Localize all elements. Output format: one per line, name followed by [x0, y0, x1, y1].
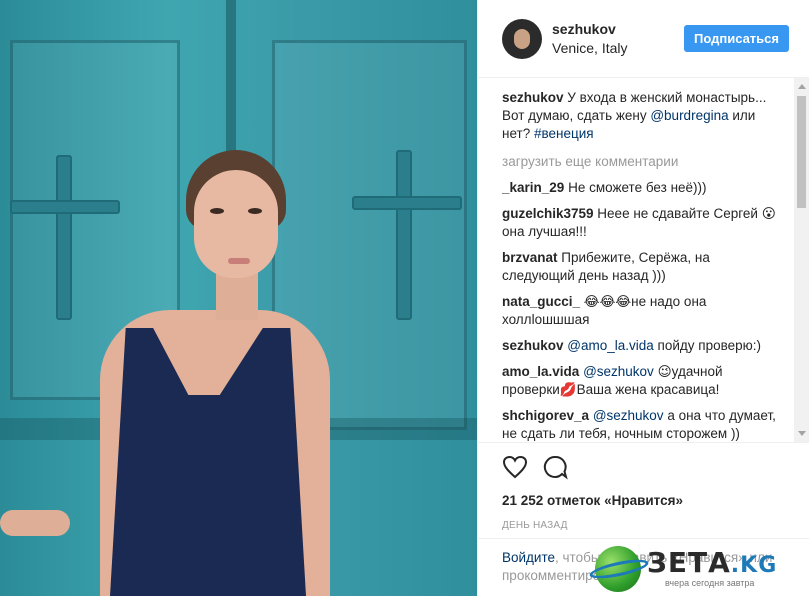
likes-count[interactable]: 21 252 отметок «Нравится»	[502, 493, 785, 508]
follow-button[interactable]: Подписаться	[683, 25, 789, 52]
scroll-down-arrow-icon[interactable]	[798, 431, 806, 436]
comment-item: sezhukov @amo_la.vida пойду проверю:)	[502, 337, 778, 355]
person-eye-left	[210, 208, 224, 214]
comment-text: Не сможете без неё)))	[564, 180, 707, 195]
login-link[interactable]: Войдите	[502, 550, 555, 565]
comment-username[interactable]: _karin_29	[502, 180, 564, 195]
comment-item: brzvanat Прибежите, Серёжа, на следующий…	[502, 249, 778, 285]
person	[80, 150, 340, 596]
comments-scrollbar[interactable]	[794, 78, 809, 442]
comment-item: _karin_29 Не сможете без неё)))	[502, 179, 778, 197]
avatar[interactable]	[502, 18, 542, 59]
cross-right-vertical	[396, 150, 412, 320]
heart-icon[interactable]	[502, 455, 528, 482]
cross-right-horizontal	[352, 196, 462, 210]
cross-left-vertical	[56, 155, 72, 320]
comment-username[interactable]: nata_gucci_	[502, 294, 580, 309]
person-eye-right	[248, 208, 262, 214]
person-mouth	[228, 258, 250, 264]
comment-item: shchigorev_a @sezhukov а она что думает,…	[502, 407, 778, 441]
comment-username[interactable]: shchigorev_a	[502, 408, 589, 423]
comment-item: nata_gucci_ 😂😂😂не надо она холлloшшшая	[502, 293, 778, 329]
post-header: sezhukov Venice, Italy Подписаться	[478, 0, 809, 78]
comment-text: пойду проверю:)	[653, 338, 762, 353]
comment-mention[interactable]: @amo_la.vida	[567, 338, 654, 353]
comment-username[interactable]: amo_la.vida	[502, 364, 579, 379]
avatar-face	[514, 28, 530, 49]
scroll-up-arrow-icon[interactable]	[798, 84, 806, 89]
comment-username[interactable]: sezhukov	[502, 338, 564, 353]
author-username[interactable]: sezhukov	[552, 21, 684, 37]
comments-list: sezhukov У входа в женский монастырь... …	[502, 89, 778, 441]
comment-icon[interactable]	[542, 454, 568, 483]
instagram-post: sezhukov Venice, Italy Подписаться sezhu…	[0, 0, 809, 596]
caption-username[interactable]: sezhukov	[502, 90, 564, 105]
caption: sezhukov У входа в женский монастырь... …	[502, 89, 778, 143]
comment-item: amo_la.vida @sezhukov 😉удачной проверки💋…	[502, 363, 778, 399]
bystander-hand	[0, 510, 70, 536]
action-icons	[502, 455, 785, 481]
comment-item: guzelchik3759 Неее не сдавайте Сергей 😮 …	[502, 205, 778, 241]
author-info: sezhukov Venice, Italy	[552, 21, 684, 56]
comment-mention[interactable]: @sezhukov	[593, 408, 664, 423]
caption-mention[interactable]: @burdregina	[650, 108, 728, 123]
post-date[interactable]: ДЕНЬ НАЗАД	[502, 520, 785, 531]
watermark-text: ЗЕТА.KG	[647, 546, 778, 579]
load-more-comments[interactable]: загрузить еще комментарии	[502, 153, 778, 171]
caption-hashtag[interactable]: #венеция	[534, 126, 594, 141]
comment-mention[interactable]: @sezhukov	[583, 364, 654, 379]
watermark-tagline: вчера сегодня завтра	[665, 578, 755, 588]
post-sidebar: sezhukov Venice, Italy Подписаться sezhu…	[477, 0, 809, 596]
watermark-logo: ЗЕТА.KG вчера сегодня завтра	[588, 540, 803, 592]
comment-username[interactable]: brzvanat	[502, 250, 558, 265]
post-actions: 21 252 отметок «Нравится» ДЕНЬ НАЗАД	[478, 442, 809, 531]
post-location[interactable]: Venice, Italy	[552, 40, 684, 56]
post-photo[interactable]	[0, 0, 477, 596]
comment-username[interactable]: guzelchik3759	[502, 206, 594, 221]
scrollbar-thumb[interactable]	[797, 96, 806, 208]
